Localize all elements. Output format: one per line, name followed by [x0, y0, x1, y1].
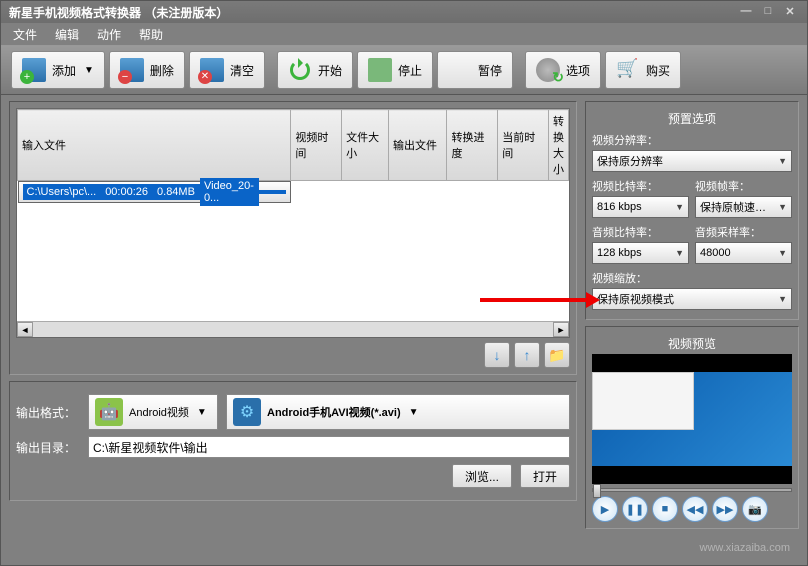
- audio-samplerate-label: 音频采样率：: [695, 224, 792, 240]
- stop-play-button[interactable]: ■: [652, 496, 678, 522]
- buy-button[interactable]: 购买: [605, 51, 681, 89]
- preview-frame: [592, 372, 792, 466]
- resolution-select[interactable]: 保持原分辨率▼: [592, 150, 792, 172]
- chevron-down-icon: ▼: [409, 407, 419, 418]
- cart-icon: [616, 58, 640, 82]
- toolbar: 添加▼ 删除 清空 开始 停止 暂停 选项 购买: [1, 45, 807, 95]
- video-fps-label: 视频帧率：: [695, 178, 792, 194]
- scroll-left-icon[interactable]: ◄: [17, 322, 33, 337]
- slider-thumb[interactable]: [593, 484, 601, 498]
- menu-file[interactable]: 文件: [7, 24, 43, 45]
- add-icon: [22, 58, 46, 82]
- resolution-label: 视频分辨率：: [592, 132, 792, 148]
- preview-title: 视频预览: [592, 333, 792, 354]
- gear-icon: [536, 58, 560, 82]
- minimize-button[interactable]: —: [737, 5, 755, 19]
- open-folder-button[interactable]: 📁: [544, 342, 570, 368]
- snapshot-button[interactable]: 📷: [742, 496, 768, 522]
- preset-title: 预置选项: [592, 108, 792, 129]
- clear-icon: [200, 58, 224, 82]
- options-button[interactable]: 选项: [525, 51, 601, 89]
- avi-icon: ⚙: [233, 398, 261, 426]
- delete-icon: [120, 58, 144, 82]
- clear-button[interactable]: 清空: [189, 51, 265, 89]
- chevron-down-icon: ▼: [778, 248, 787, 258]
- col-fsize[interactable]: 文件大小: [342, 110, 389, 181]
- add-button[interactable]: 添加▼: [11, 51, 105, 89]
- chevron-down-icon: ▼: [675, 248, 684, 258]
- video-bitrate-label: 视频比特率：: [592, 178, 689, 194]
- table-row[interactable]: C:\Users\pc\... 00:00:26 0.84MB Video_20…: [18, 181, 291, 203]
- menu-action[interactable]: 动作: [91, 24, 127, 45]
- browse-button[interactable]: 浏览...: [452, 464, 512, 488]
- start-button[interactable]: 开始: [277, 51, 353, 89]
- output-dir-label: 输出目录：: [16, 439, 80, 456]
- output-dir-input[interactable]: [88, 436, 570, 458]
- col-curtime[interactable]: 当前时间: [498, 110, 549, 181]
- menubar: 文件 编辑 动作 帮助: [1, 23, 807, 45]
- video-scale-label: 视频缩放：: [592, 270, 792, 286]
- scroll-right-icon[interactable]: ►: [553, 322, 569, 337]
- col-progress[interactable]: 转换进度: [447, 110, 498, 181]
- col-output[interactable]: 输出文件: [389, 110, 447, 181]
- audio-bitrate-label: 音频比特率：: [592, 224, 689, 240]
- pause-button[interactable]: 暂停: [437, 51, 513, 89]
- chevron-down-icon: ▼: [778, 294, 787, 304]
- close-button[interactable]: ✕: [781, 5, 799, 19]
- video-preview: [592, 354, 792, 484]
- stop-icon: [368, 58, 392, 82]
- chevron-down-icon: ▼: [675, 202, 684, 212]
- start-icon: [288, 58, 312, 82]
- stop-button[interactable]: 停止: [357, 51, 433, 89]
- watermark: www.xiazaiba.com: [700, 542, 790, 554]
- col-convsize[interactable]: 转换大小: [549, 110, 569, 181]
- titlebar: 新星手机视频格式转换器 （未注册版本） — □ ✕: [1, 1, 807, 23]
- output-category-select[interactable]: 🤖 Android视频 ▼: [88, 394, 218, 430]
- app-window: 新星手机视频格式转换器 （未注册版本） — □ ✕ 文件 编辑 动作 帮助 添加…: [0, 0, 808, 566]
- play-button[interactable]: ▶: [592, 496, 618, 522]
- move-down-button[interactable]: ↓: [484, 342, 510, 368]
- maximize-button[interactable]: □: [759, 5, 777, 19]
- seek-slider[interactable]: [592, 488, 792, 492]
- audio-bitrate-select[interactable]: 128 kbps▼: [592, 242, 689, 264]
- move-up-button[interactable]: ↑: [514, 342, 540, 368]
- menu-help[interactable]: 帮助: [133, 24, 169, 45]
- output-panel: 输出格式： 🤖 Android视频 ▼ ⚙ Android手机AVI视频(*.a…: [9, 381, 577, 501]
- output-profile-select[interactable]: ⚙ Android手机AVI视频(*.avi) ▼: [226, 394, 570, 430]
- video-fps-select[interactable]: 保持原帧速…▼: [695, 196, 792, 218]
- prev-button[interactable]: ◀◀: [682, 496, 708, 522]
- next-button[interactable]: ▶▶: [712, 496, 738, 522]
- pause-play-button[interactable]: ❚❚: [622, 496, 648, 522]
- col-vtime[interactable]: 视频时间: [291, 110, 342, 181]
- table-header-row: 输入文件 视频时间 文件大小 输出文件 转换进度 当前时间 转换大小: [18, 110, 569, 181]
- preset-panel: 预置选项 视频分辨率： 保持原分辨率▼ 视频比特率： 816 kbps▼ 视频帧…: [585, 101, 799, 320]
- video-scale-select[interactable]: 保持原视频模式▼: [592, 288, 792, 310]
- delete-button[interactable]: 删除: [109, 51, 185, 89]
- preview-panel: 视频预览 ▶ ❚❚ ■ ◀◀ ▶▶ 📷: [585, 326, 799, 529]
- menu-edit[interactable]: 编辑: [49, 24, 85, 45]
- pause-icon: [448, 58, 472, 82]
- file-table[interactable]: 输入文件 视频时间 文件大小 输出文件 转换进度 当前时间 转换大小 C:\Us…: [16, 108, 570, 338]
- window-title: 新星手机视频格式转换器 （未注册版本）: [9, 4, 228, 21]
- output-format-label: 输出格式：: [16, 404, 80, 421]
- android-icon: 🤖: [95, 398, 123, 426]
- chevron-down-icon: ▼: [778, 156, 787, 166]
- open-button[interactable]: 打开: [520, 464, 570, 488]
- file-list-panel: 输入文件 视频时间 文件大小 输出文件 转换进度 当前时间 转换大小 C:\Us…: [9, 101, 577, 375]
- annotation-arrow: [480, 298, 596, 302]
- horizontal-scrollbar[interactable]: ◄ ►: [17, 321, 569, 337]
- chevron-down-icon: ▼: [197, 407, 207, 418]
- video-bitrate-select[interactable]: 816 kbps▼: [592, 196, 689, 218]
- col-input[interactable]: 输入文件: [18, 110, 291, 181]
- audio-samplerate-select[interactable]: 48000▼: [695, 242, 792, 264]
- chevron-down-icon: ▼: [84, 65, 94, 76]
- chevron-down-icon: ▼: [778, 202, 787, 212]
